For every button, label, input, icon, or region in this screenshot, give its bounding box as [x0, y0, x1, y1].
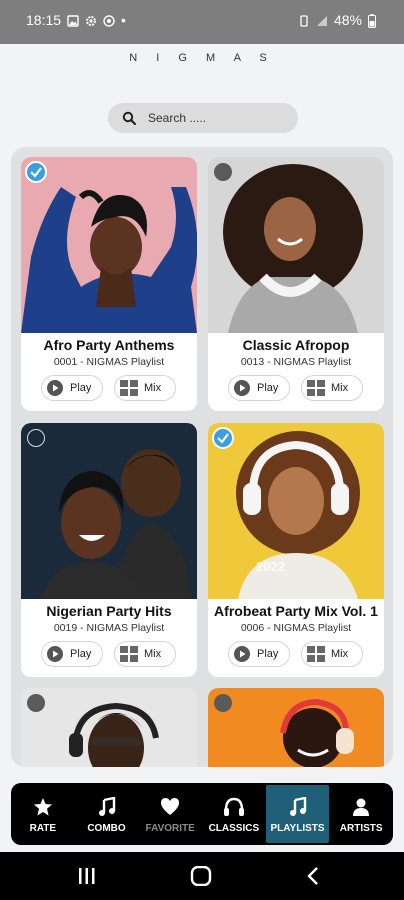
nav-label: RATE — [29, 822, 57, 834]
bottom-nav: RATE COMBO FAVORITE CLASSICS PLAYLISTS A… — [11, 783, 393, 845]
play-icon — [47, 646, 63, 662]
heart-icon — [160, 795, 180, 819]
mix-label: Mix — [331, 382, 349, 394]
play-icon — [47, 380, 63, 396]
search-icon — [122, 111, 136, 125]
nav-label: COMBO — [87, 822, 126, 834]
playlist-card[interactable] — [208, 688, 384, 767]
music-note-icon — [97, 795, 117, 819]
playlist-title: Classic Afropop — [242, 337, 350, 353]
play-button[interactable]: Play — [41, 641, 103, 667]
star-icon — [33, 795, 53, 819]
select-checkbox[interactable] — [212, 427, 234, 449]
music-note-icon — [288, 795, 308, 819]
back-icon[interactable] — [306, 866, 320, 891]
status-time: 18:15 — [26, 12, 62, 28]
nav-item-artists[interactable]: ARTISTS — [329, 783, 393, 845]
play-button[interactable]: Play — [228, 641, 290, 667]
grid-icon — [307, 646, 325, 662]
mix-button[interactable]: Mix — [114, 375, 176, 401]
playlist-cover-image: 2022 — [208, 423, 384, 599]
playlist-title: Afro Party Anthems — [43, 337, 175, 353]
play-label: Play — [70, 648, 92, 660]
playlist-cover-image — [21, 688, 197, 767]
status-dot: • — [121, 12, 126, 28]
headphones-icon — [223, 795, 245, 819]
mix-button[interactable]: Mix — [114, 641, 176, 667]
nav-label: FAVORITE — [145, 822, 195, 834]
playlist-cover-image — [208, 688, 384, 767]
playlist-title: Nigerian Party Hits — [46, 603, 172, 619]
mix-label: Mix — [144, 648, 162, 660]
home-icon[interactable] — [190, 865, 212, 891]
playlist-title: Afrobeat Party Mix Vol. 1 — [214, 603, 378, 619]
playlist-grid[interactable]: Afro Party Anthems 0001 - NIGMAS Playlis… — [11, 147, 393, 767]
select-checkbox[interactable] — [214, 163, 232, 181]
grid-icon — [307, 380, 325, 396]
vibrate-icon — [298, 14, 310, 27]
mix-label: Mix — [144, 382, 162, 394]
playlist-cover-image — [21, 157, 197, 333]
playlist-cover-image — [21, 423, 197, 599]
battery-percent: 48% — [333, 12, 362, 28]
nav-label: PLAYLISTS — [270, 822, 325, 834]
playlist-subtitle: 0019 - NIGMAS Playlist — [53, 622, 165, 634]
recent-apps-icon[interactable] — [78, 866, 96, 891]
settings-gear-icon — [85, 14, 97, 26]
play-label: Play — [257, 648, 279, 660]
person-icon — [351, 795, 371, 819]
mix-button[interactable]: Mix — [301, 641, 363, 667]
nav-label: ARTISTS — [339, 822, 383, 834]
mix-button[interactable]: Mix — [301, 375, 363, 401]
play-button[interactable]: Play — [41, 375, 103, 401]
cover-overlay-text: 2022 — [256, 559, 285, 574]
playlist-card[interactable]: 2022 Afrobeat Party Mix Vol. 1 0006 - NI… — [208, 423, 384, 677]
playlist-subtitle: 0006 - NIGMAS Playlist — [240, 622, 352, 634]
playlist-card[interactable]: Nigerian Party Hits 0019 - NIGMAS Playli… — [21, 423, 197, 677]
system-nav-bar — [0, 852, 404, 900]
play-button[interactable]: Play — [228, 375, 290, 401]
record-icon — [103, 14, 115, 27]
select-checkbox[interactable] — [214, 694, 232, 712]
image-icon — [67, 14, 79, 27]
grid-icon — [120, 380, 138, 396]
grid-icon — [120, 646, 138, 662]
search-bar[interactable] — [108, 103, 298, 133]
app-brand: N I G M A S — [129, 52, 275, 64]
play-icon — [234, 646, 250, 662]
playlist-card[interactable]: Afro Party Anthems 0001 - NIGMAS Playlis… — [21, 157, 197, 411]
mix-label: Mix — [331, 648, 349, 660]
status-bar: 18:15 • 48% — [0, 0, 404, 44]
playlist-cover-image — [208, 157, 384, 333]
playlist-card[interactable]: Classic Afropop 0013 - NIGMAS Playlist P… — [208, 157, 384, 411]
select-checkbox[interactable] — [25, 161, 47, 183]
select-checkbox[interactable] — [27, 429, 45, 447]
nav-item-playlists[interactable]: PLAYLISTS — [265, 785, 330, 843]
playlist-card[interactable] — [21, 688, 197, 767]
battery-icon — [368, 14, 380, 28]
nav-item-classics[interactable]: CLASSICS — [202, 783, 266, 845]
play-icon — [234, 380, 250, 396]
playlist-subtitle: 0013 - NIGMAS Playlist — [240, 356, 352, 368]
nav-item-rate[interactable]: RATE — [11, 783, 75, 845]
nav-item-combo[interactable]: COMBO — [75, 783, 139, 845]
playlist-subtitle: 0001 - NIGMAS Playlist — [53, 356, 165, 368]
signal-icon — [316, 14, 328, 26]
play-label: Play — [70, 382, 92, 394]
search-input[interactable] — [148, 111, 278, 125]
select-checkbox[interactable] — [27, 694, 45, 712]
play-label: Play — [257, 382, 279, 394]
nav-label: CLASSICS — [208, 822, 260, 834]
nav-item-favorite[interactable]: FAVORITE — [138, 783, 202, 845]
